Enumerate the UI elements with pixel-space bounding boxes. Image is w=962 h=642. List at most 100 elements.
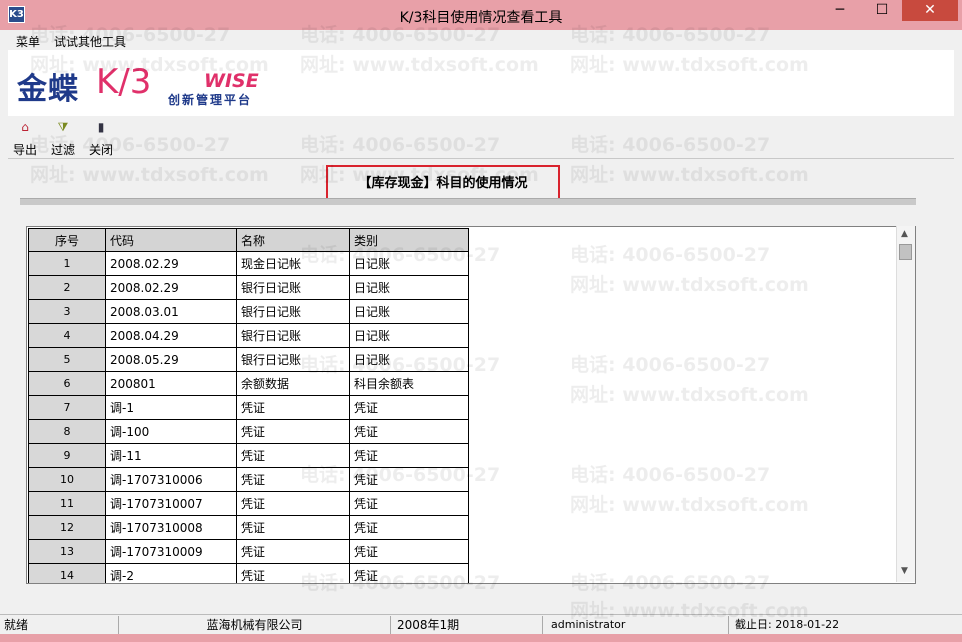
- menu-item-other-tools[interactable]: 试试其他工具: [54, 33, 126, 50]
- cell-name: 银行日记账: [236, 323, 350, 348]
- status-company: 蓝海机械有限公司: [118, 616, 390, 634]
- cell-type: 凭证: [349, 539, 469, 564]
- vertical-scrollbar[interactable]: ▲ ▼: [896, 226, 915, 582]
- cell-code: 2008.05.29: [105, 347, 237, 372]
- cell-code: 调-2: [105, 563, 237, 583]
- cell-type: 日记账: [349, 251, 469, 276]
- logo-k3: K/3: [96, 62, 152, 102]
- table-row[interactable]: 13 调-1707310009 凭证 凭证: [28, 539, 469, 564]
- data-grid[interactable]: 序号 代码 名称 类别 1 2008.02.29 现金日记帐 日记账 2 2008.02.…: [26, 226, 916, 584]
- cell-name: 现金日记帐: [236, 251, 350, 276]
- cell-no: 3: [28, 299, 106, 324]
- cell-code: 200801: [105, 371, 237, 396]
- minimize-button[interactable]: ─: [820, 0, 860, 21]
- cell-type: 日记账: [349, 347, 469, 372]
- table-row[interactable]: 14 调-2 凭证 凭证: [28, 563, 469, 583]
- filter-label: 过滤: [50, 143, 75, 157]
- cell-type: 凭证: [349, 563, 469, 583]
- cell-no: 11: [28, 491, 106, 516]
- logo-slogan: 创新管理平台: [168, 93, 253, 107]
- cell-name: 银行日记账: [236, 299, 350, 324]
- column-header-name[interactable]: 名称: [236, 228, 350, 252]
- table-row[interactable]: 11 调-1707310007 凭证 凭证: [28, 491, 469, 516]
- cell-no: 7: [28, 395, 106, 420]
- table-row[interactable]: 9 调-11 凭证 凭证: [28, 443, 469, 468]
- cell-type: 日记账: [349, 275, 469, 300]
- close-tool-button[interactable]: ▮ 关闭: [84, 120, 118, 158]
- cell-code: 调-1707310007: [105, 491, 237, 516]
- cell-code: 调-11: [105, 443, 237, 468]
- table-row[interactable]: 7 调-1 凭证 凭证: [28, 395, 469, 420]
- column-header-type[interactable]: 类别: [349, 228, 469, 252]
- cell-name: 银行日记账: [236, 347, 350, 372]
- cell-no: 6: [28, 371, 106, 396]
- cell-code: 调-1707310008: [105, 515, 237, 540]
- export-label: 导出: [12, 143, 37, 157]
- cell-code: 调-100: [105, 419, 237, 444]
- status-state: 就绪: [4, 618, 29, 632]
- close-door-icon: ▮: [97, 120, 105, 134]
- cell-code: 2008.04.29: [105, 323, 237, 348]
- close-button[interactable]: ✕: [902, 0, 958, 21]
- cell-code: 调-1707310006: [105, 467, 237, 492]
- menu-bar: 菜单 试试其他工具: [8, 30, 954, 50]
- cell-code: 2008.02.29: [105, 275, 237, 300]
- cell-no: 8: [28, 419, 106, 444]
- cell-name: 银行日记账: [236, 275, 350, 300]
- cell-no: 1: [28, 251, 106, 276]
- logo-wise: WISE: [204, 70, 259, 92]
- table-row[interactable]: 8 调-100 凭证 凭证: [28, 419, 469, 444]
- report-divider: [20, 198, 916, 205]
- maximize-button[interactable]: ☐: [862, 0, 902, 21]
- cell-name: 凭证: [236, 443, 350, 468]
- table-body: 1 2008.02.29 现金日记帐 日记账 2 2008.02.29 银行日记账 日记账 3 2…: [28, 251, 469, 583]
- export-icon: ⌂: [21, 120, 29, 134]
- table-row[interactable]: 6 200801 余额数据 科目余额表: [28, 371, 469, 396]
- table-row[interactable]: 5 2008.05.29 银行日记账 日记账: [28, 347, 469, 372]
- cell-no: 12: [28, 515, 106, 540]
- table-row[interactable]: 12 调-1707310008 凭证 凭证: [28, 515, 469, 540]
- cell-type: 凭证: [349, 443, 469, 468]
- cell-type: 凭证: [349, 395, 469, 420]
- column-header-code[interactable]: 代码: [105, 228, 237, 252]
- cell-no: 4: [28, 323, 106, 348]
- status-deadline: 截止日: 2018-01-22: [728, 616, 962, 634]
- window-title: K/3科目使用情况查看工具: [399, 10, 563, 26]
- usage-table: 序号 代码 名称 类别 1 2008.02.29 现金日记帐 日记账 2 2008.02.…: [28, 228, 469, 583]
- table-row[interactable]: 2 2008.02.29 银行日记账 日记账: [28, 275, 469, 300]
- filter-button[interactable]: ⧩ 过滤: [46, 120, 80, 158]
- report-area: 【库存现金】科目的使用情况 序号 代码 名称 类别 1 2008.02.29 现金日…: [10, 160, 954, 610]
- cell-type: 凭证: [349, 467, 469, 492]
- cell-name: 凭证: [236, 515, 350, 540]
- filter-icon: ⧩: [57, 120, 69, 134]
- table-row[interactable]: 3 2008.03.01 银行日记账 日记账: [28, 299, 469, 324]
- cell-type: 日记账: [349, 299, 469, 324]
- app-window: K3 K/3科目使用情况查看工具 ─ ☐ ✕ 菜单 试试其他工具 金蝶 K/3 …: [0, 0, 962, 642]
- cell-code: 调-1: [105, 395, 237, 420]
- scroll-down-icon[interactable]: ▼: [901, 566, 908, 576]
- cell-no: 10: [28, 467, 106, 492]
- cell-no: 5: [28, 347, 106, 372]
- scroll-thumb[interactable]: [899, 244, 912, 260]
- window-bottom-border: [0, 634, 962, 642]
- cell-no: 9: [28, 443, 106, 468]
- scroll-up-icon[interactable]: ▲: [901, 229, 908, 239]
- cell-name: 凭证: [236, 395, 350, 420]
- table-row[interactable]: 4 2008.04.29 银行日记账 日记账: [28, 323, 469, 348]
- cell-no: 13: [28, 539, 106, 564]
- column-header-no[interactable]: 序号: [28, 228, 106, 252]
- export-button[interactable]: ⌂ 导出: [8, 120, 42, 158]
- cell-code: 调-1707310009: [105, 539, 237, 564]
- table-row[interactable]: 10 调-1707310006 凭证 凭证: [28, 467, 469, 492]
- cell-type: 科目余额表: [349, 371, 469, 396]
- title-bar[interactable]: K3 K/3科目使用情况查看工具 ─ ☐ ✕: [0, 0, 962, 30]
- cell-no: 14: [28, 563, 106, 583]
- cell-name: 凭证: [236, 467, 350, 492]
- menu-item-main[interactable]: 菜单: [16, 33, 40, 50]
- cell-name: 凭证: [236, 491, 350, 516]
- close-tool-label: 关闭: [88, 143, 113, 157]
- cell-name: 凭证: [236, 419, 350, 444]
- table-row[interactable]: 1 2008.02.29 现金日记帐 日记账: [28, 251, 469, 276]
- status-period: 2008年1期: [390, 616, 542, 634]
- cell-name: 凭证: [236, 539, 350, 564]
